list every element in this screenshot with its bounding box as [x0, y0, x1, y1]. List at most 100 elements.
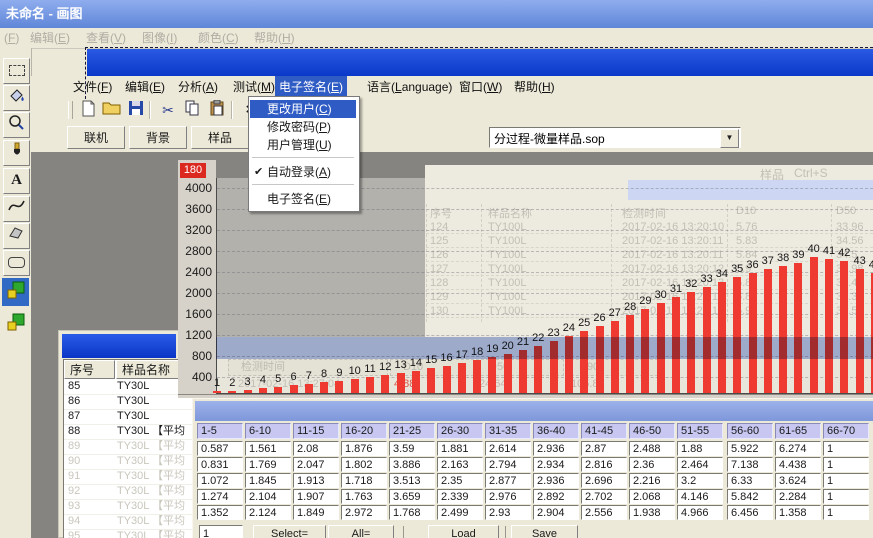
data-cell[interactable]: 1	[823, 489, 869, 504]
data-cell[interactable]: 2.936	[533, 473, 579, 488]
text-tool-icon[interactable]: A	[3, 168, 30, 194]
paint-menu-item[interactable]: 编辑(E)	[30, 28, 70, 48]
selection-marquee-top[interactable]	[85, 47, 873, 48]
data-cell[interactable]: 2.556	[581, 505, 627, 520]
data-cell[interactable]: 3.624	[775, 473, 821, 488]
data-cell[interactable]: 1.913	[293, 473, 339, 488]
data-cell[interactable]: 5.922	[727, 441, 773, 456]
data-cell[interactable]: 1	[823, 505, 869, 520]
data-cell[interactable]: 2.216	[629, 473, 675, 488]
range-column-header[interactable]: 16-20	[341, 423, 387, 439]
range-column-header[interactable]: 66-70	[823, 423, 869, 439]
data-cell[interactable]: 2.124	[245, 505, 291, 520]
background-button[interactable]: 背景	[129, 126, 187, 149]
data-cell[interactable]: 0.587	[197, 441, 243, 456]
data-cell[interactable]: 3.659	[389, 489, 435, 504]
fill-tool-icon[interactable]	[3, 85, 30, 111]
data-cell[interactable]: 1.352	[197, 505, 243, 520]
range-column-header[interactable]: 51-55	[677, 423, 723, 439]
data-cell[interactable]: 2.08	[293, 441, 339, 456]
data-cell[interactable]: 2.284	[775, 489, 821, 504]
data-cell[interactable]: 2.934	[533, 457, 579, 472]
paint-menu-item[interactable]: 查看(V)	[86, 28, 126, 48]
app-menu-item[interactable]: 语言(Language)	[363, 76, 456, 98]
app-menu-item[interactable]: 编辑(E)	[121, 76, 169, 98]
data-cell[interactable]: 2.936	[533, 441, 579, 456]
paint-menu-item[interactable]: 图像(I)	[142, 28, 177, 48]
copy-icon[interactable]	[181, 100, 203, 121]
data-cell[interactable]: 1.802	[341, 457, 387, 472]
transparent-selection-icon[interactable]	[2, 310, 29, 338]
data-table-caption-band[interactable]	[195, 401, 873, 421]
data-cell[interactable]: 0.831	[197, 457, 243, 472]
save-button[interactable]: Save	[511, 525, 578, 538]
data-cell[interactable]: 2.488	[629, 441, 675, 456]
select-tool-icon[interactable]	[3, 58, 30, 84]
sample-list-titlebar[interactable]	[62, 334, 176, 358]
range-column-header[interactable]: 6-10	[245, 423, 291, 439]
rounded-rect-tool-icon[interactable]	[3, 250, 30, 276]
data-cell[interactable]: 2.104	[245, 489, 291, 504]
data-cell[interactable]: 2.163	[437, 457, 483, 472]
data-cell[interactable]: 2.339	[437, 489, 483, 504]
data-cell[interactable]: 1.845	[245, 473, 291, 488]
data-cell[interactable]: 4.438	[775, 457, 821, 472]
data-cell[interactable]: 2.464	[677, 457, 723, 472]
data-cell[interactable]: 2.87	[581, 441, 627, 456]
range-column-header[interactable]: 61-65	[775, 423, 821, 439]
data-cell[interactable]: 1.769	[245, 457, 291, 472]
data-cell[interactable]: 1.849	[293, 505, 339, 520]
select-button[interactable]: Select=	[253, 525, 326, 538]
data-cell[interactable]: 2.972	[341, 505, 387, 520]
data-cell[interactable]: 6.456	[727, 505, 773, 520]
range-column-header[interactable]: 1-5	[197, 423, 243, 439]
range-column-header[interactable]: 26-30	[437, 423, 483, 439]
dropdown-menu-item[interactable]: 自动登录(A)✔	[250, 163, 356, 181]
data-cell[interactable]: 1.718	[341, 473, 387, 488]
data-cell[interactable]: 3.513	[389, 473, 435, 488]
dropdown-menu-item[interactable]: 修改密码(P)	[250, 118, 356, 136]
data-cell[interactable]: 2.696	[581, 473, 627, 488]
app-menu-item[interactable]: 窗口(W)	[455, 76, 506, 98]
range-column-header[interactable]: 31-35	[485, 423, 531, 439]
data-cell[interactable]: 1.274	[197, 489, 243, 504]
data-cell[interactable]: 1.881	[437, 441, 483, 456]
data-cell[interactable]: 6.33	[727, 473, 773, 488]
data-cell[interactable]: 2.794	[485, 457, 531, 472]
paint-menu-item[interactable]: (F)	[4, 28, 19, 48]
data-cell[interactable]: 6.274	[775, 441, 821, 456]
dropdown-menu-item[interactable]: 更改用户(C)	[250, 100, 356, 118]
data-cell[interactable]: 1.938	[629, 505, 675, 520]
data-cell[interactable]: 7.138	[727, 457, 773, 472]
data-cell[interactable]: 2.614	[485, 441, 531, 456]
open-icon[interactable]	[101, 100, 123, 121]
app-menu-item[interactable]: 文件(F)	[69, 76, 116, 98]
paint-menu-item[interactable]: 帮助(H)	[254, 28, 295, 48]
data-cell[interactable]: 1.768	[389, 505, 435, 520]
range-column-header[interactable]: 56-60	[727, 423, 773, 439]
count-input[interactable]: 1	[199, 525, 243, 538]
polygon-tool-icon[interactable]	[3, 223, 30, 249]
data-cell[interactable]: 1.358	[775, 505, 821, 520]
data-cell[interactable]: 5.842	[727, 489, 773, 504]
combo-dropdown-arrow[interactable]: ▼	[720, 129, 739, 148]
range-column-header[interactable]: 41-45	[581, 423, 627, 439]
curve-tool-icon[interactable]	[3, 196, 30, 222]
data-cell[interactable]: 2.068	[629, 489, 675, 504]
dropdown-menu-item[interactable]: 用户管理(U)	[250, 136, 356, 154]
data-cell[interactable]: 2.702	[581, 489, 627, 504]
data-cell[interactable]: 1.763	[341, 489, 387, 504]
online-button[interactable]: 联机	[67, 126, 125, 149]
column-header-id[interactable]: 序号	[64, 360, 115, 379]
cut-icon[interactable]: ✂	[157, 100, 179, 121]
data-cell[interactable]: 2.047	[293, 457, 339, 472]
data-cell[interactable]: 4.146	[677, 489, 723, 504]
data-cell[interactable]: 2.976	[485, 489, 531, 504]
data-cell[interactable]: 1.072	[197, 473, 243, 488]
range-column-header[interactable]: 11-15	[293, 423, 339, 439]
all-button[interactable]: All=	[328, 525, 394, 538]
save-icon[interactable]	[125, 100, 147, 121]
data-cell[interactable]: 1.907	[293, 489, 339, 504]
data-cell[interactable]: 1.88	[677, 441, 723, 456]
load-button[interactable]: Load	[428, 525, 499, 538]
